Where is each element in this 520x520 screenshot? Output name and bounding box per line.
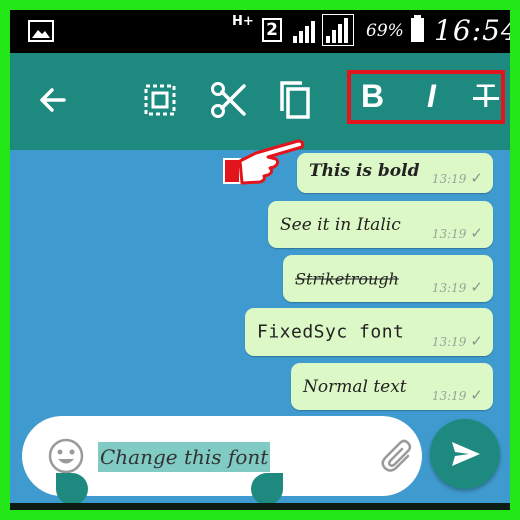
- signal-icon-secondary: [322, 14, 354, 46]
- message-text: FixedSyc font: [257, 321, 405, 343]
- select-all-icon[interactable]: [144, 84, 176, 116]
- clock: 16:54: [434, 14, 510, 47]
- status-bar: H+ 2 69% 16:54: [10, 10, 510, 53]
- phone-screen: H+ 2 69% 16:54: [10, 10, 510, 510]
- message-meta: 13:19 ✓: [432, 386, 483, 404]
- message-time: 13:19: [431, 389, 467, 403]
- message-bubble[interactable]: Normal text 13:19 ✓: [291, 363, 493, 410]
- check-icon: ✓: [470, 278, 483, 296]
- check-icon: ✓: [470, 224, 483, 242]
- back-arrow-icon[interactable]: [38, 85, 68, 115]
- message-time: 13:19: [431, 172, 467, 186]
- selection-handle-start[interactable]: [56, 473, 88, 505]
- message-time: 13:19: [431, 281, 467, 295]
- message-meta: 13:19 ✓: [432, 224, 483, 242]
- cut-icon[interactable]: [210, 81, 246, 119]
- strikethrough-button[interactable]: T: [473, 78, 499, 118]
- pointing-hand-icon: [223, 139, 304, 185]
- sim-indicator: 2: [262, 18, 282, 42]
- message-text: Striketrough: [295, 269, 399, 288]
- message-bubble[interactable]: FixedSyc font 13:19 ✓: [245, 308, 493, 356]
- message-time: 13:19: [431, 227, 467, 241]
- selection-handle-end[interactable]: [251, 473, 283, 505]
- emoji-icon[interactable]: [48, 438, 84, 474]
- check-icon: ✓: [470, 332, 483, 350]
- message-meta: 13:19 ✓: [432, 169, 483, 187]
- message-text: Normal text: [303, 376, 407, 397]
- message-time: 13:19: [431, 335, 467, 349]
- message-text: This is bold: [309, 161, 420, 181]
- format-buttons-highlight: B I T: [347, 70, 505, 124]
- message-text: See it in Italic: [280, 214, 401, 235]
- battery-icon: [411, 15, 424, 42]
- message-meta: 13:19 ✓: [432, 332, 483, 350]
- attachment-icon[interactable]: [380, 438, 414, 474]
- signal-icon: [293, 21, 315, 43]
- send-button[interactable]: [430, 419, 500, 489]
- copy-icon[interactable]: [278, 79, 312, 121]
- battery-percent: 69%: [366, 21, 404, 41]
- message-bubble[interactable]: Striketrough 13:19 ✓: [283, 255, 493, 302]
- send-icon: [452, 442, 480, 466]
- image-icon: [28, 20, 54, 42]
- check-icon: ✓: [470, 169, 483, 187]
- strikethrough-line: [473, 97, 499, 100]
- message-input-selected-text[interactable]: Change this font: [98, 442, 271, 472]
- message-meta: 13:19 ✓: [432, 278, 483, 296]
- italic-button[interactable]: I: [427, 78, 436, 115]
- bottom-edge: [10, 503, 510, 510]
- message-bubble[interactable]: See it in Italic 13:19 ✓: [268, 201, 493, 248]
- bold-button[interactable]: B: [361, 78, 384, 115]
- message-bubble[interactable]: This is bold 13:19 ✓: [297, 153, 493, 193]
- text-selection-toolbar: B I T: [10, 53, 510, 150]
- network-type-label: H+: [232, 14, 254, 29]
- check-icon: ✓: [470, 386, 483, 404]
